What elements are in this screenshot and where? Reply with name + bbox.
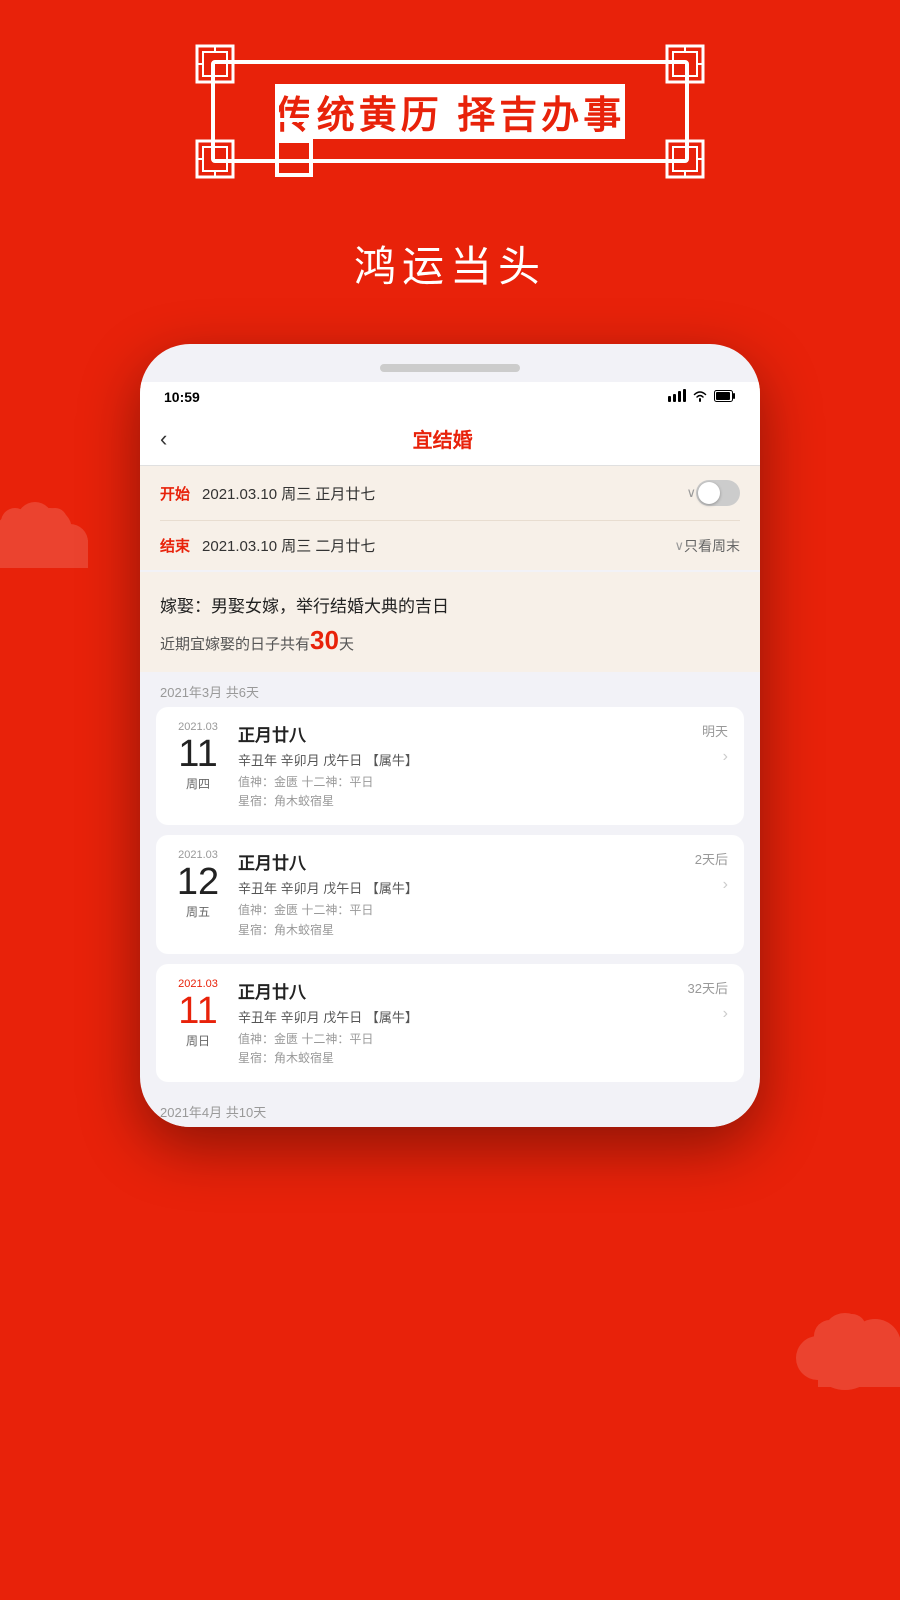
filter-toggle-area[interactable] <box>696 480 740 506</box>
date-day-3: 11 <box>178 992 217 1030</box>
date-year-month-3: 2021.03 <box>178 978 218 990</box>
filter-section: 开始 2021.03.10 周三 正月廿七 ∨ 结束 2021.03.10 周三… <box>140 466 760 570</box>
top-banner: 传统黄历 择吉办事 <box>0 0 900 193</box>
filter-start-label: 开始 <box>160 483 190 504</box>
weekend-label: 只看周末 <box>684 536 740 556</box>
status-time: 10:59 <box>164 389 200 405</box>
nav-title: 宜结婚 <box>177 424 708 453</box>
nav-bar: ‹ 宜结婚 <box>140 412 760 466</box>
date-left-3: 2021.03 11 周日 <box>172 978 224 1049</box>
phone-mockup: 10:59 <box>140 344 760 1127</box>
date-lunar-3: 正月廿八 <box>238 978 674 1003</box>
filter-start-value: 2021.03.10 周三 正月廿七 <box>202 483 682 504</box>
phone-notch <box>380 364 520 372</box>
date-tag-3: 32天后 <box>688 978 728 997</box>
status-bar: 10:59 <box>140 382 760 412</box>
corner-ornament-tl <box>193 42 237 86</box>
date-lunar-1: 正月廿八 <box>238 721 688 746</box>
date-weekday-1: 周四 <box>186 775 210 792</box>
phone-wrapper: 10:59 <box>0 344 900 1127</box>
date-tag-1: 明天 <box>702 721 728 740</box>
battery-icon <box>714 390 736 405</box>
date-ganzhi-3: 辛丑年 辛卯月 戊午日 【属牛】 <box>238 1007 674 1026</box>
back-button[interactable]: ‹ <box>160 426 167 452</box>
chevron-right-icon-1: › <box>723 748 728 766</box>
date-card-2[interactable]: 2021.03 12 周五 正月廿八 辛丑年 辛卯月 戊午日 【属牛】 值神：金… <box>156 835 744 953</box>
date-details-1: 值神：金匮 十二神：平日星宿：角木蛟宿星 <box>238 773 688 811</box>
date-left-1: 2021.03 11 周四 <box>172 721 224 792</box>
date-details-2: 值神：金匮 十二神：平日星宿：角木蛟宿星 <box>238 901 681 939</box>
count-suffix: 天 <box>339 636 354 653</box>
info-section: 嫁娶：男娶女嫁，举行结婚大典的吉日 近期宜嫁娶的日子共有30天 <box>140 572 760 672</box>
date-tag-2: 2天后 <box>695 849 728 868</box>
info-count: 近期宜嫁娶的日子共有30天 <box>160 625 740 656</box>
banner-frame: 传统黄历 择吉办事 <box>211 60 690 163</box>
corner-ornament-br <box>663 137 707 181</box>
chevron-right-icon-3: › <box>723 1005 728 1023</box>
date-weekday-3: 周日 <box>186 1032 210 1049</box>
toggle-knob <box>698 482 720 504</box>
date-content-2: 正月廿八 辛丑年 辛卯月 戊午日 【属牛】 值神：金匮 十二神：平日星宿：角木蛟… <box>238 849 681 939</box>
count-number: 30 <box>310 625 339 655</box>
chevron-down-icon-2: ∨ <box>674 538 684 554</box>
date-right-2: 2天后 › <box>695 849 728 894</box>
date-day-2: 12 <box>177 863 219 901</box>
wifi-icon <box>692 389 708 405</box>
date-day-1: 11 <box>178 735 217 773</box>
date-ganzhi-2: 辛丑年 辛卯月 戊午日 【属牛】 <box>238 878 681 897</box>
weekend-toggle[interactable] <box>696 480 740 506</box>
date-lunar-2: 正月廿八 <box>238 849 681 874</box>
corner-ornament-tr <box>663 42 707 86</box>
filter-end-row[interactable]: 结束 2021.03.10 周三 二月廿七 ∨ 只看周末 <box>160 521 740 570</box>
date-weekday-2: 周五 <box>186 903 210 920</box>
date-content-1: 正月廿八 辛丑年 辛卯月 戊午日 【属牛】 值神：金匮 十二神：平日星宿：角木蛟… <box>238 721 688 811</box>
cloud-left-decoration <box>0 480 100 580</box>
chevron-right-icon-2: › <box>723 876 728 894</box>
status-icons <box>668 389 736 405</box>
cloud-right-decoration <box>780 1290 900 1400</box>
date-right-1: 明天 › <box>702 721 728 766</box>
date-details-3: 值神：金匮 十二神：平日星宿：角木蛟宿星 <box>238 1030 674 1068</box>
chevron-down-icon: ∨ <box>686 485 696 501</box>
info-title: 嫁娶：男娶女嫁，举行结婚大典的吉日 <box>160 592 740 617</box>
date-year-month-1: 2021.03 <box>178 721 218 733</box>
count-prefix: 近期宜嫁娶的日子共有 <box>160 636 310 653</box>
date-ganzhi-1: 辛丑年 辛卯月 戊午日 【属牛】 <box>238 750 688 769</box>
signal-icon <box>668 389 686 405</box>
banner-text: 传统黄历 择吉办事 <box>275 84 626 139</box>
filter-start-row[interactable]: 开始 2021.03.10 周三 正月廿七 ∨ <box>160 466 740 521</box>
corner-ornament-bl <box>193 137 237 181</box>
month-header-2: 2021年4月 共10天 <box>140 1092 760 1127</box>
date-card-1[interactable]: 2021.03 11 周四 正月廿八 辛丑年 辛卯月 戊午日 【属牛】 值神：金… <box>156 707 744 825</box>
date-card-3[interactable]: 2021.03 11 周日 正月廿八 辛丑年 辛卯月 戊午日 【属牛】 值神：金… <box>156 964 744 1082</box>
app-subtitle: 鸿运当头 <box>0 233 900 294</box>
filter-end-label: 结束 <box>160 535 190 556</box>
date-year-month-2: 2021.03 <box>178 849 218 861</box>
filter-end-value: 2021.03.10 周三 二月廿七 <box>202 535 670 556</box>
date-right-3: 32天后 › <box>688 978 728 1023</box>
date-left-2: 2021.03 12 周五 <box>172 849 224 920</box>
date-content-3: 正月廿八 辛丑年 辛卯月 戊午日 【属牛】 值神：金匮 十二神：平日星宿：角木蛟… <box>238 978 674 1068</box>
month-header-1: 2021年3月 共6天 <box>140 672 760 707</box>
